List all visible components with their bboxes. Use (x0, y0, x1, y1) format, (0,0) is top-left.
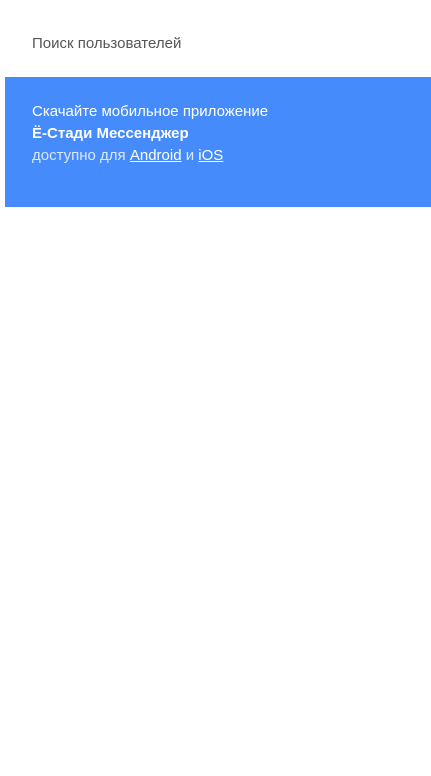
promo-text: Скачайте мобильное приложение (32, 103, 269, 120)
promo-conjunction: и (185, 147, 195, 164)
promo-available-prefix: доступно для (32, 147, 126, 164)
android-link[interactable]: Android (130, 147, 182, 164)
mobile-app-promo-banner: Скачайте мобильное приложение Ё-Стади Ме… (5, 77, 431, 207)
ios-link[interactable]: iOS (198, 147, 223, 164)
user-sidebar: Скачайте мобильное приложение Ё-Стади Ме… (0, 0, 431, 776)
user-search-input[interactable] (5, 24, 431, 62)
promo-app-name: Ё-Стади Мессенджер (32, 125, 189, 142)
promo-availability: доступно для Android и iOS (32, 145, 431, 167)
